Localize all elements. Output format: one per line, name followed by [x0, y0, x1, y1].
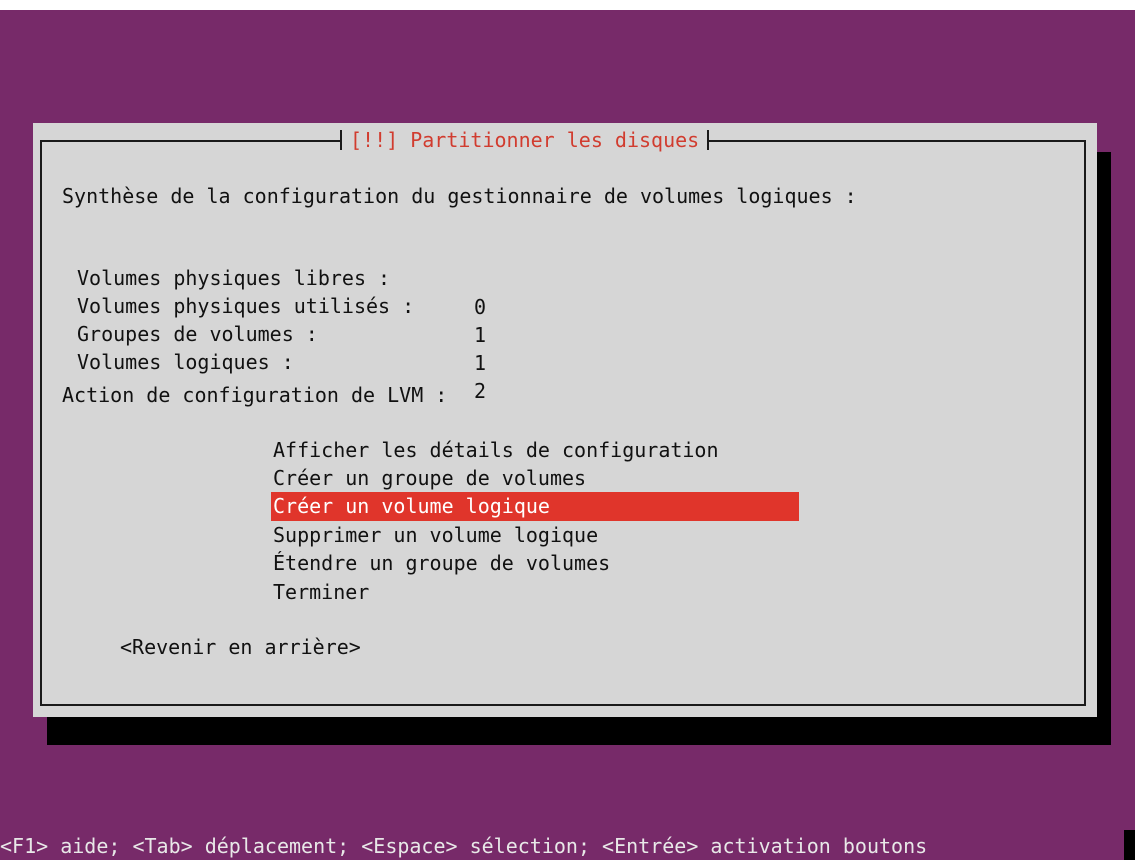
dialog-title-box: [!!] Partitionner les disques: [340, 123, 710, 157]
partition-dialog: [!!] Partitionner les disques Synthèse d…: [33, 123, 1097, 717]
action-heading: Action de configuration de LVM :: [62, 383, 448, 407]
menu-item-extend-volume-group[interactable]: Étendre un groupe de volumes: [271, 549, 799, 578]
terminal-cursor: [1124, 830, 1135, 860]
menu-item-delete-logical-volume[interactable]: Supprimer un volume logique: [271, 521, 799, 550]
stat-value: 2: [474, 379, 487, 403]
menu-item-finish[interactable]: Terminer: [271, 578, 799, 607]
stat-row-free-pv: Volumes physiques libres : 0: [33, 235, 1093, 319]
dialog-title: [!!] Partitionner les disques: [350, 128, 700, 152]
stat-value: 1: [474, 351, 487, 375]
stat-label: Volumes logiques :: [77, 350, 294, 374]
summary-heading: Synthèse de la configuration du gestionn…: [62, 184, 857, 208]
menu-item-show-details[interactable]: Afficher les détails de configuration: [271, 436, 799, 465]
title-right-tick: [707, 130, 710, 150]
go-back-button[interactable]: <Revenir en arrière>: [120, 633, 361, 662]
keyboard-help-bar: <F1> aide; <Tab> déplacement; <Espace> s…: [0, 834, 928, 858]
title-left-tick: [340, 130, 342, 150]
dialog-border: [40, 140, 1086, 706]
stat-row-used-pv: Volumes physiques utilisés : 1: [33, 263, 1093, 347]
menu-item-create-volume-group[interactable]: Créer un groupe de volumes: [271, 464, 799, 493]
menu-item-create-logical-volume[interactable]: Créer un volume logique: [271, 492, 799, 521]
stat-row-logical-volumes: Volumes logiques : 2: [33, 319, 1093, 403]
screen-top-edge: [0, 0, 1135, 10]
stat-row-volume-groups: Groupes de volumes : 1: [33, 291, 1093, 375]
